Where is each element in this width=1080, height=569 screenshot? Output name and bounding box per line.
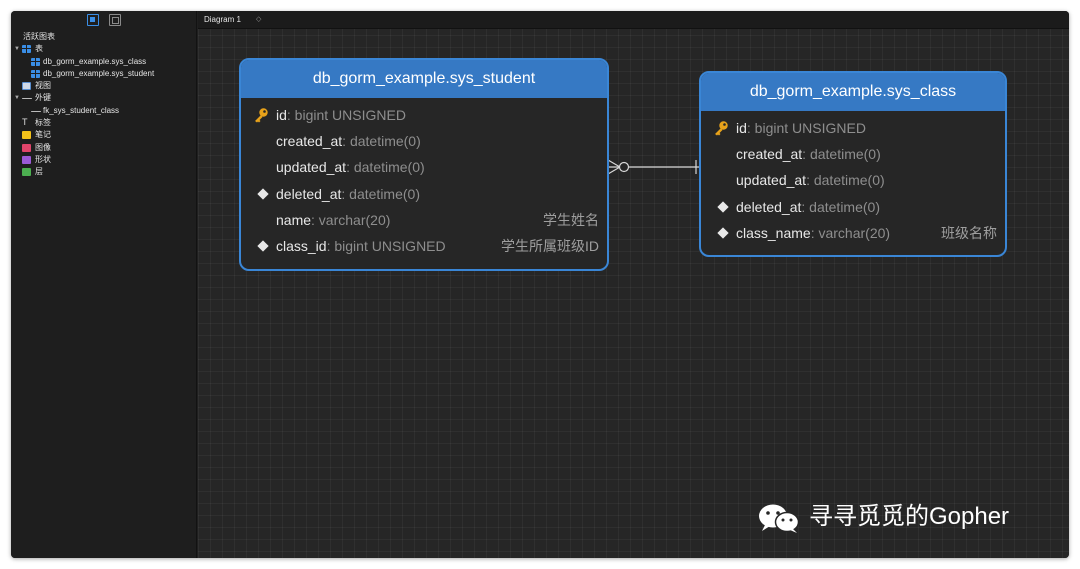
table-label: db_gorm_example.sys_student (43, 68, 155, 78)
field-row[interactable]: id: bigint UNSIGNED (701, 115, 1005, 141)
table-label: db_gorm_example.sys_class (43, 56, 147, 66)
field-label: updated_at: datetime(0) (276, 159, 425, 176)
tree-item-foreign-keys[interactable]: ▼ 外键 (11, 92, 197, 104)
crows-foot-lower (607, 166, 621, 175)
entity-sys-class[interactable]: db_gorm_example.sys_class id: bigint UNS… (699, 71, 1007, 257)
entity-title[interactable]: db_gorm_example.sys_student (241, 60, 607, 98)
crows-foot-upper (607, 159, 621, 168)
layer-icon (22, 168, 31, 177)
views-label: 视图 (35, 81, 51, 91)
index-diamond-icon (717, 227, 729, 239)
primary-key-icon (255, 108, 268, 123)
zero-many-circle (618, 161, 630, 173)
note-icon (22, 131, 31, 140)
view-icon (22, 82, 31, 91)
field-label: updated_at: datetime(0) (736, 172, 885, 189)
field-row[interactable]: id: bigint UNSIGNED (241, 102, 607, 128)
tree-item-table[interactable]: db_gorm_example.sys_class (11, 56, 197, 68)
entity-title[interactable]: db_gorm_example.sys_class (701, 73, 1005, 111)
table-icon (31, 57, 40, 66)
entity-sys-student[interactable]: db_gorm_example.sys_student id: bigint U… (239, 58, 609, 271)
table-icon (22, 45, 31, 54)
images-label: 图像 (35, 142, 51, 152)
field-comment: 学生姓名 (543, 211, 599, 228)
field-row[interactable]: created_at: datetime(0) (241, 128, 607, 154)
primary-key-icon (715, 121, 728, 136)
field-label: created_at: datetime(0) (276, 133, 421, 150)
foreign-key-label: fk_sys_student_class (43, 105, 120, 115)
tables-label: 表 (35, 44, 43, 54)
preview-tab-icon[interactable] (109, 14, 121, 26)
field-comment: 班级名称 (941, 224, 997, 241)
entity-fields: id: bigint UNSIGNED created_at: datetime… (241, 98, 607, 259)
entity-fields: id: bigint UNSIGNED created_at: datetime… (701, 111, 1005, 246)
tree-item-layers[interactable]: 层 (11, 166, 197, 178)
label-icon: T (22, 117, 28, 128)
labels-label: 标签 (35, 118, 51, 128)
field-label: deleted_at: datetime(0) (276, 185, 420, 202)
field-row[interactable]: deleted_at: datetime(0) (701, 194, 1005, 220)
foreign-key-icon (31, 110, 41, 112)
sidebar: 活跃图表 ▼ 表 db_gorm_example.sys_class db_go… (11, 11, 197, 558)
field-row[interactable]: class_name: varchar(20) 班级名称 (701, 220, 1005, 246)
disclosure-triangle-icon[interactable]: ▼ (14, 92, 20, 104)
tab-diagram[interactable]: Diagram 1 (204, 14, 241, 26)
watermark-text: 寻寻觅觅的Gopher (809, 503, 1010, 530)
field-label: id: bigint UNSIGNED (736, 120, 866, 136)
tree-item-table[interactable]: db_gorm_example.sys_student (11, 68, 197, 80)
field-label: class_name: varchar(20) (736, 224, 891, 241)
field-label: id: bigint UNSIGNED (276, 107, 406, 123)
wechat-icon (759, 504, 800, 533)
index-diamond-icon (717, 200, 729, 213)
field-label: created_at: datetime(0) (736, 146, 881, 163)
image-icon (22, 143, 31, 152)
notes-label: 笔记 (35, 130, 51, 140)
field-row[interactable]: class_id: bigint UNSIGNED 学生所属班级ID (241, 233, 607, 259)
field-label: deleted_at: datetime(0) (736, 198, 880, 215)
shape-icon (22, 155, 31, 164)
layers-label: 层 (35, 167, 43, 177)
disclosure-triangle-icon[interactable]: ▼ (14, 43, 20, 55)
field-row[interactable]: updated_at: datetime(0) (241, 154, 607, 180)
tree-item-images[interactable]: 图像 (11, 142, 197, 154)
app-window: 活跃图表 ▼ 表 db_gorm_example.sys_class db_go… (11, 11, 1069, 558)
field-row[interactable]: created_at: datetime(0) (701, 141, 1005, 167)
tree-section-title: 活跃图表 (11, 31, 197, 43)
section-title-label: 活跃图表 (23, 32, 55, 41)
tree-item-foreign-key[interactable]: fk_sys_student_class (11, 105, 197, 117)
field-row[interactable]: deleted_at: datetime(0) (241, 181, 607, 207)
tree-item-notes[interactable]: 笔记 (11, 129, 197, 141)
field-label: name: varchar(20) (276, 211, 391, 228)
field-row[interactable]: updated_at: datetime(0) (701, 167, 1005, 193)
object-tree: 活跃图表 ▼ 表 db_gorm_example.sys_class db_go… (11, 31, 197, 179)
sidebar-tabs (11, 11, 196, 29)
tree-item-labels[interactable]: T 标签 (11, 117, 197, 129)
field-label: class_id: bigint UNSIGNED (276, 237, 446, 254)
field-comment: 学生所属班级ID (501, 237, 599, 254)
field-row[interactable]: name: varchar(20) 学生姓名 (241, 207, 607, 233)
outline-tab-icon[interactable] (87, 14, 99, 26)
tab-bar: Diagram 1 ◇ (198, 11, 1069, 29)
foreign-keys-label: 外键 (35, 93, 51, 103)
tab-caret-icon[interactable]: ◇ (256, 14, 261, 26)
tree-item-tables[interactable]: ▼ 表 (11, 43, 197, 55)
table-icon (31, 69, 40, 78)
diagram-canvas[interactable]: Diagram 1 ◇ db_gorm_example.sys_student (198, 11, 1069, 558)
foreign-key-icon (22, 98, 32, 100)
shapes-label: 形状 (35, 154, 51, 164)
tree-item-shapes[interactable]: 形状 (11, 154, 197, 166)
index-diamond-icon (257, 240, 269, 252)
tree-item-views[interactable]: 视图 (11, 80, 197, 92)
index-diamond-icon (257, 187, 269, 200)
